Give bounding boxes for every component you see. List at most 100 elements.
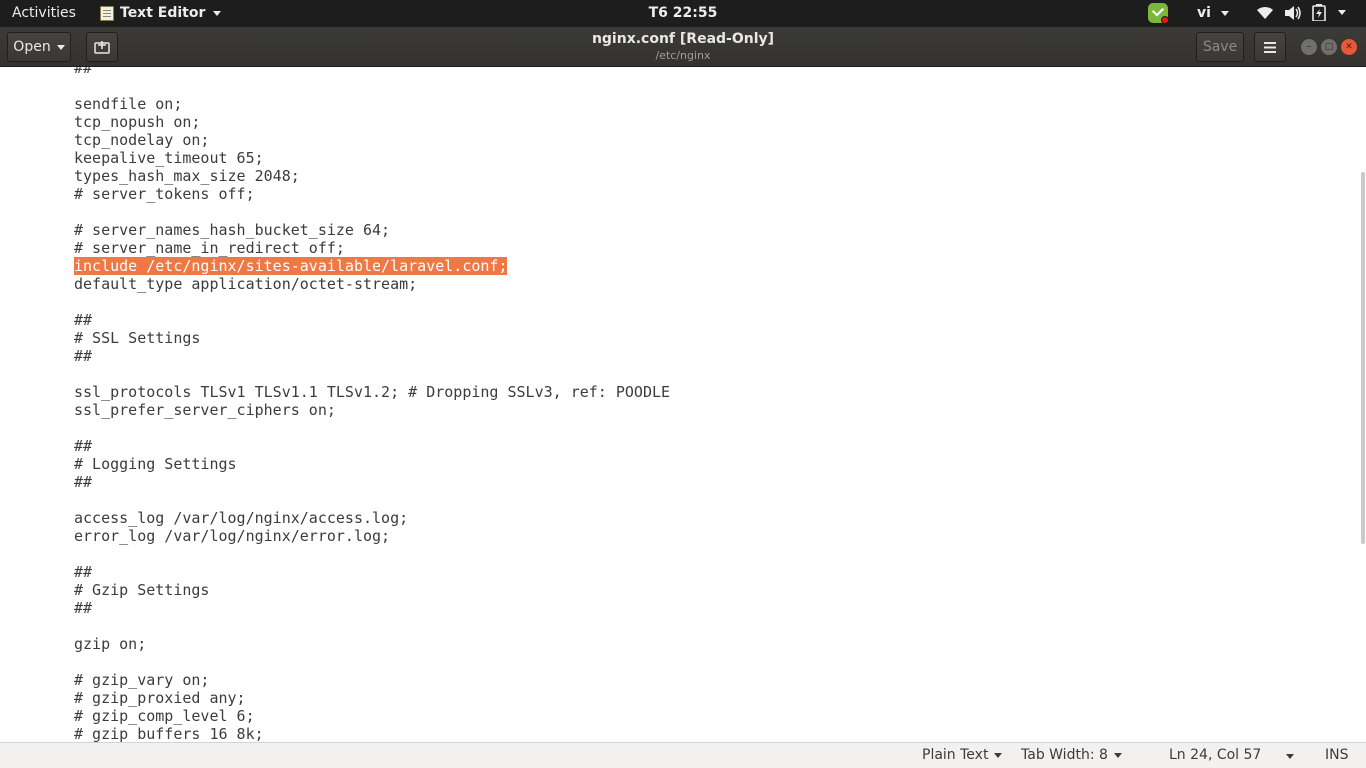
code-line[interactable] [74, 653, 670, 671]
code-line[interactable] [74, 365, 670, 383]
tab-width-selector[interactable]: Tab Width: 8 [1021, 747, 1122, 763]
maximize-button[interactable] [1321, 39, 1337, 55]
insert-mode-indicator: INS [1325, 747, 1349, 763]
code-line[interactable]: ## [74, 311, 670, 329]
chevron-down-icon [994, 752, 1003, 758]
chevron-down-icon [1113, 752, 1122, 758]
input-method-menu[interactable]: vi [1197, 5, 1229, 21]
code-line[interactable] [74, 77, 670, 95]
code-line[interactable]: ## [74, 599, 670, 617]
cursor-position[interactable]: Ln 24, Col 57 [1169, 747, 1261, 763]
notification-dot-icon [1161, 16, 1169, 24]
language-label: Plain Text [922, 747, 989, 763]
volume-icon [1285, 5, 1301, 20]
code-line-text: ## [74, 347, 93, 365]
code-line[interactable] [74, 545, 670, 563]
code-line-text: ## [74, 473, 93, 491]
code-line-text: ## [74, 563, 93, 581]
code-line[interactable]: # gzip_vary on; [74, 671, 670, 689]
code-line[interactable] [74, 491, 670, 509]
code-line[interactable]: ssl_prefer_server_ciphers on; [74, 401, 670, 419]
code-line[interactable]: ## [74, 67, 670, 77]
clock[interactable]: T6 22:55 [649, 5, 718, 21]
window-title: nginx.conf [Read-Only] [591, 31, 775, 47]
app-menu-label: Text Editor [120, 5, 206, 21]
code-line-text: ssl_prefer_server_ciphers on; [74, 401, 336, 419]
code-line[interactable]: types_hash_max_size 2048; [74, 167, 670, 185]
close-button[interactable] [1341, 39, 1357, 55]
code-line-text: access_log /var/log/nginx/access.log; [74, 509, 409, 527]
app-menu[interactable]: Text Editor [100, 5, 222, 21]
code-line[interactable]: ssl_protocols TLSv1 TLSv1.1 TLSv1.2; # D… [74, 383, 670, 401]
code-line[interactable] [74, 419, 670, 437]
code-line[interactable]: tcp_nopush on; [74, 113, 670, 131]
code-line[interactable]: ## [74, 473, 670, 491]
save-button[interactable]: Save [1196, 32, 1244, 62]
code-line[interactable]: ## [74, 347, 670, 365]
chevron-down-icon[interactable] [1286, 754, 1294, 759]
code-line[interactable]: tcp_nodelay on; [74, 131, 670, 149]
code-line[interactable]: gzip on; [74, 635, 670, 653]
chevron-down-icon [213, 10, 222, 16]
code-line-text: ssl_protocols TLSv1 TLSv1.1 TLSv1.2; # D… [74, 383, 671, 401]
code-line-text: default_type application/octet-stream; [74, 275, 418, 293]
code-line-text: error_log /var/log/nginx/error.log; [74, 527, 391, 545]
code-line-text: keepalive_timeout 65; [74, 149, 264, 167]
update-indicator[interactable] [1148, 3, 1169, 24]
code-line[interactable]: # server_tokens off; [74, 185, 670, 203]
code-view[interactable]: ## sendfile on; tcp_nopush on; tcp_nodelay … [74, 67, 670, 742]
code-line-text: # Gzip Settings [74, 581, 210, 599]
code-line[interactable]: ## [74, 563, 670, 581]
tab-width-label: Tab Width: 8 [1021, 747, 1108, 763]
chevron-down-icon [1220, 10, 1229, 16]
minimize-button[interactable] [1301, 39, 1317, 55]
code-line[interactable] [74, 617, 670, 635]
hamburger-icon [1264, 41, 1276, 53]
code-line[interactable] [74, 293, 670, 311]
code-line[interactable]: error_log /var/log/nginx/error.log; [74, 527, 670, 545]
code-line-text: sendfile on; [74, 95, 183, 113]
activities-button[interactable]: Activities [12, 5, 76, 21]
code-line[interactable]: # SSL Settings [74, 329, 670, 347]
language-selector[interactable]: Plain Text [922, 747, 1003, 763]
code-line-text: tcp_nodelay on; [74, 131, 210, 149]
code-line[interactable]: # gzip_buffers 16 8k; [74, 725, 670, 742]
code-line-text: tcp_nopush on; [74, 113, 201, 131]
header-bar: Open nginx.conf [Read-Only] /etc/nginx S… [0, 27, 1366, 67]
code-line[interactable]: access_log /var/log/nginx/access.log; [74, 509, 670, 527]
code-line[interactable]: sendfile on; [74, 95, 670, 113]
selected-code-line[interactable]: include /etc/nginx/sites-available/larav… [74, 257, 670, 275]
input-method-label: vi [1197, 5, 1211, 21]
code-line[interactable]: # Gzip Settings [74, 581, 670, 599]
code-line[interactable]: # gzip_comp_level 6; [74, 707, 670, 725]
code-line[interactable]: ## [74, 437, 670, 455]
code-line-text: ## [74, 437, 93, 455]
code-line-text: # server_tokens off; [74, 185, 255, 203]
top-bar: Activities Text Editor T6 22:55 vi [0, 0, 1366, 27]
code-line[interactable]: # server_name_in_redirect off; [74, 239, 670, 257]
code-line[interactable]: # server_names_hash_bucket_size 64; [74, 221, 670, 239]
wifi-icon [1257, 6, 1273, 19]
code-line-text: # server_name_in_redirect off; [74, 239, 345, 257]
hamburger-menu-button[interactable] [1254, 32, 1286, 62]
code-line[interactable]: default_type application/octet-stream; [74, 275, 670, 293]
cursor-position-label: Ln 24, Col 57 [1169, 747, 1262, 763]
code-line-text: # gzip_buffers 16 8k; [74, 725, 264, 742]
code-line[interactable] [74, 203, 670, 221]
code-line-text: # Logging Settings [74, 455, 237, 473]
code-line-text: types_hash_max_size 2048; [74, 167, 300, 185]
code-line-text: include /etc/nginx/sites-available/larav… [74, 257, 508, 275]
code-line[interactable]: # gzip_proxied any; [74, 689, 670, 707]
code-line-text: ## [74, 67, 93, 77]
battery-icon [1312, 4, 1326, 21]
code-line[interactable]: keepalive_timeout 65; [74, 149, 670, 167]
window-subtitle: /etc/nginx [655, 49, 711, 62]
system-menu[interactable] [1256, 4, 1346, 21]
code-line-text: gzip on; [74, 635, 147, 653]
vertical-scrollbar[interactable] [1361, 172, 1365, 544]
code-line-text: # SSL Settings [74, 329, 201, 347]
code-line[interactable]: # Logging Settings [74, 455, 670, 473]
code-line-text: # gzip_comp_level 6; [74, 707, 255, 725]
text-editor-area[interactable]: ## sendfile on; tcp_nopush on; tcp_nodelay … [0, 67, 1366, 742]
chevron-down-icon [1338, 10, 1346, 15]
